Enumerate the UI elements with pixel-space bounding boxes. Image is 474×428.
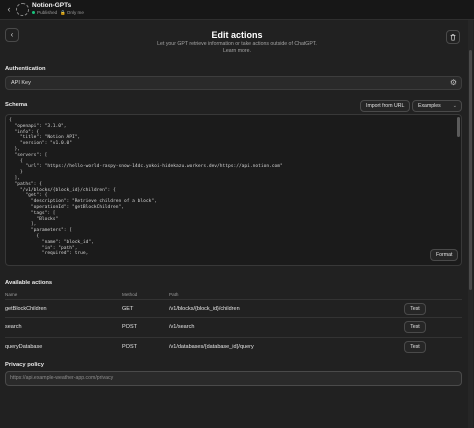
test-button[interactable]: Test (404, 341, 426, 353)
status-published: Published (37, 10, 58, 15)
window-scrollbar[interactable] (468, 20, 473, 428)
table-row: queryDatabase POST /v1/databases/{databa… (5, 337, 462, 355)
top-bar: ‹ Notion-GPTs Published 🔒Only me (0, 0, 474, 20)
available-actions-label: Available actions (5, 280, 53, 286)
test-button[interactable]: Test (404, 321, 426, 333)
authentication-field[interactable]: API Key ⚙ (5, 76, 462, 90)
action-path: /v1/blocks/{block_id}/children (169, 306, 240, 312)
action-name: search (5, 324, 22, 330)
window-scrollbar-thumb[interactable] (469, 50, 472, 290)
gear-icon[interactable]: ⚙ (450, 78, 457, 87)
table-row: getBlockChildren GET /v1/blocks/{block_i… (5, 299, 462, 317)
column-method: Method (122, 292, 138, 297)
lock-icon: 🔒 (60, 10, 66, 15)
column-name: Name (5, 292, 18, 297)
subtitle-text: Let your GPT retrieve information or tak… (157, 41, 317, 47)
test-button[interactable]: Test (404, 303, 426, 315)
page-subtitle: Let your GPT retrieve information or tak… (137, 41, 337, 55)
action-name: queryDatabase (5, 344, 43, 350)
chevron-down-icon: ⌄ (452, 103, 457, 109)
delete-button[interactable] (446, 30, 460, 44)
privacy-policy-label: Privacy policy (5, 362, 44, 368)
gpt-name: Notion-GPTs (32, 2, 72, 9)
trash-icon (450, 34, 456, 41)
column-path: Path (169, 292, 179, 297)
gpt-status: Published 🔒Only me (32, 10, 84, 16)
privacy-policy-field[interactable] (5, 371, 462, 386)
editor-scrollbar[interactable] (457, 117, 460, 137)
gpt-avatar (16, 3, 29, 16)
format-button[interactable]: Format (430, 249, 459, 261)
action-name: getBlockChildren (5, 306, 47, 312)
action-path: /v1/search (169, 324, 195, 330)
chevron-left-icon[interactable]: ‹ (4, 4, 14, 14)
examples-select-value: Examples (418, 103, 441, 109)
table-row: search POST /v1/search Test (5, 317, 462, 335)
status-visibility: Only me (66, 10, 84, 15)
page-header: ‹ Edit actions Let your GPT retrieve inf… (0, 22, 474, 62)
schema-code[interactable]: { "openapi": "3.1.0", "info": { "title":… (9, 118, 283, 257)
schema-editor[interactable]: { "openapi": "3.1.0", "info": { "title":… (5, 114, 462, 266)
action-method: POST (122, 344, 137, 350)
action-path: /v1/databases/{database_id}/query (169, 344, 254, 350)
authentication-label: Authentication (5, 66, 46, 72)
privacy-policy-input[interactable] (10, 375, 450, 381)
import-from-url-button[interactable]: Import from URL (360, 100, 411, 112)
published-dot-icon (32, 11, 35, 15)
learn-more-link[interactable]: Learn more. (223, 48, 251, 54)
examples-select[interactable]: Examples ⌄ (412, 100, 462, 112)
page-title: Edit actions (211, 30, 263, 40)
action-method: GET (122, 306, 134, 312)
action-method: POST (122, 324, 137, 330)
authentication-value: API Key (11, 80, 31, 86)
schema-label: Schema (5, 102, 28, 108)
